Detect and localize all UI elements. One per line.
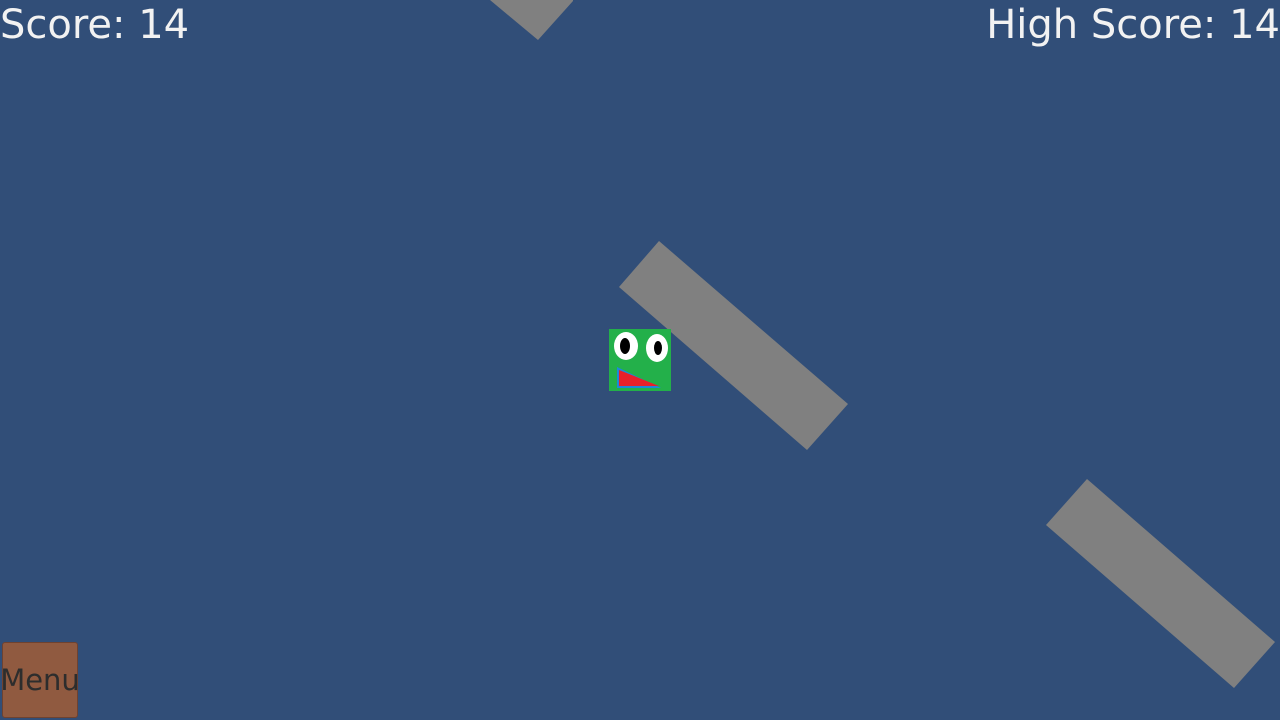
obstacle-bar-bottom-right <box>1046 479 1275 688</box>
player-character <box>609 329 671 391</box>
menu-button[interactable]: Menu <box>0 642 80 718</box>
playfield <box>490 0 1275 688</box>
score-label: Score: 14 <box>0 2 190 48</box>
player-left-pupil <box>620 338 630 354</box>
high-score-label: High Score: 14 <box>986 2 1280 48</box>
game-canvas[interactable]: Score: 14 High Score: 14 Menu <box>0 0 1280 720</box>
player-right-pupil <box>654 341 662 355</box>
obstacle-bar-top <box>490 0 573 40</box>
